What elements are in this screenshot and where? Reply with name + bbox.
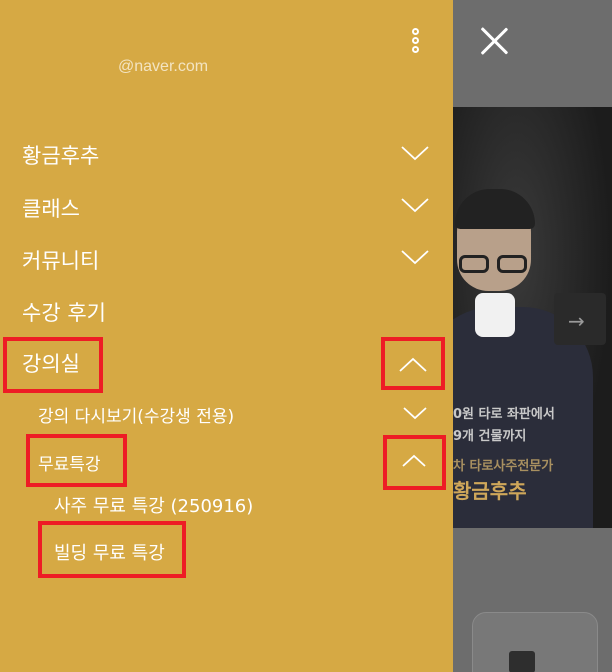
banner-text-line3: 차 타로사주전문가 xyxy=(453,459,554,474)
building-icon xyxy=(509,651,535,672)
menu-item-reviews[interactable]: 수강 후기 xyxy=(22,297,106,327)
banner-text-line1: 0원 타로 좌판에서 xyxy=(453,407,555,422)
highlight-box-classroom xyxy=(3,337,103,393)
banner-instructor-name: 황금후추 xyxy=(453,479,527,503)
highlight-box-building-free-lecture xyxy=(38,521,186,578)
more-options-icon[interactable] xyxy=(406,26,426,56)
chevron-down-icon[interactable] xyxy=(400,196,430,214)
arrow-right-icon: → xyxy=(568,309,585,333)
highlight-box-classroom-chevron xyxy=(381,337,445,390)
menu-item-community[interactable]: 커뮤니티 xyxy=(22,245,99,275)
side-drawer: @naver.com 황금후추 클래스 커뮤니티 수강 후기 강의실 강의 다시… xyxy=(0,0,453,672)
close-icon[interactable] xyxy=(474,22,514,62)
bottom-card[interactable] xyxy=(472,612,598,672)
chevron-down-icon[interactable] xyxy=(400,248,430,266)
submenu-item-replay[interactable]: 강의 다시보기(수강생 전용) xyxy=(38,402,234,427)
instructor-photo-glasses xyxy=(459,255,531,273)
user-email: @naver.com xyxy=(118,58,209,75)
banner-text-line2: 9개 건물까지 xyxy=(453,429,527,444)
submenu-item-saju-free-lecture[interactable]: 사주 무료 특강 (250916) xyxy=(54,492,253,518)
chevron-down-icon[interactable] xyxy=(400,144,430,162)
banner-next-button[interactable]: → xyxy=(554,293,606,345)
highlight-box-free-lecture-chevron xyxy=(383,435,446,490)
highlight-box-free-lecture xyxy=(26,434,127,487)
promo-banner[interactable]: → 0원 타로 좌판에서 9개 건물까지 차 타로사주전문가 황금후추 xyxy=(453,107,612,528)
menu-item-class[interactable]: 클래스 xyxy=(22,193,80,223)
chevron-down-icon[interactable] xyxy=(400,404,430,422)
menu-item-hwanggeum[interactable]: 황금후추 xyxy=(22,140,99,170)
instructor-photo-neck xyxy=(475,293,515,337)
